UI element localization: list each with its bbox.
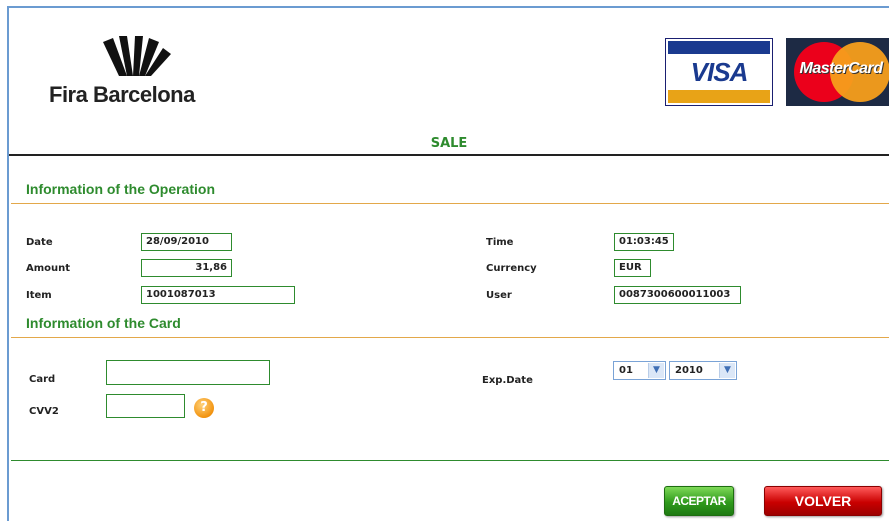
exp-year-value: 2010 (675, 365, 703, 376)
amount-label: Amount (26, 263, 71, 274)
mastercard-logo-text: MasterCard (799, 60, 883, 77)
card-section-heading: Information of the Card (26, 315, 181, 331)
brand-name: Fira Barcelona (49, 82, 195, 107)
item-field: 1001087013 (141, 286, 295, 304)
exp-date-label: Exp.Date (482, 375, 533, 386)
chevron-down-icon: ▼ (648, 363, 664, 378)
operation-section-rule (11, 203, 889, 204)
chevron-down-icon: ▼ (719, 363, 735, 378)
card-label: Card (29, 374, 56, 385)
accept-button[interactable]: ACEPTAR (664, 486, 734, 516)
exp-year-select[interactable]: 2010 ▼ (669, 361, 737, 380)
back-button[interactable]: VOLVER (764, 486, 882, 516)
cvv-input[interactable] (106, 394, 185, 418)
question-icon[interactable]: ? (194, 398, 214, 418)
payment-form: Fira Barcelona VISA MasterCard SALE Info… (7, 6, 889, 521)
currency-field: EUR (614, 259, 651, 277)
title-divider (9, 154, 889, 156)
item-label: Item (26, 290, 52, 301)
visa-logo-text: VISA (690, 57, 749, 87)
form-footer-divider (11, 460, 889, 461)
card-section-rule (11, 337, 889, 338)
amount-field: 31,86 (141, 259, 232, 277)
fira-logo-mark-icon (103, 36, 171, 76)
exp-month-select[interactable]: 01 ▼ (613, 361, 666, 380)
fira-barcelona-logo: Fira Barcelona (49, 36, 229, 111)
time-field: 01:03:45 (614, 233, 674, 251)
user-field: 0087300600011003 (614, 286, 741, 304)
page-title: SALE (430, 136, 468, 151)
cvv-label: CVV2 (29, 406, 59, 417)
mastercard-logo: MasterCard (786, 38, 889, 106)
card-number-input[interactable] (106, 360, 270, 385)
date-label: Date (26, 237, 53, 248)
exp-month-value: 01 (619, 365, 633, 376)
visa-logo: VISA (665, 38, 773, 106)
operation-section-heading: Information of the Operation (26, 181, 215, 197)
date-field: 28/09/2010 (141, 233, 232, 251)
currency-label: Currency (486, 263, 537, 274)
user-label: User (486, 290, 512, 301)
time-label: Time (486, 237, 514, 248)
